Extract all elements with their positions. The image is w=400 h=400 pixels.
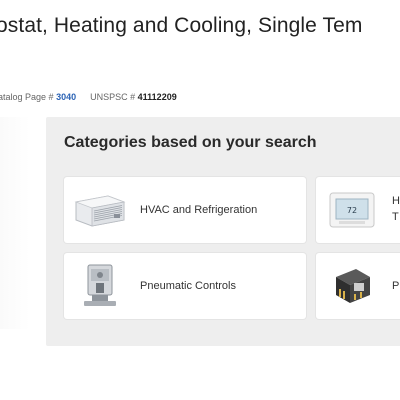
category-card-pneumatic[interactable]: Pneumatic Controls [64,253,306,319]
svg-text:72: 72 [347,206,357,215]
category-card-relay[interactable]: P [316,253,400,319]
categories-panel: Categories based on your search HVAC and… [46,117,400,346]
air-conditioner-icon [72,185,128,235]
category-label-thermostat-line2: T [392,211,399,223]
catalog-page-label: atalog Page # [0,92,54,102]
categories-heading: Categories based on your search [64,134,317,151]
category-label-pneumatic: Pneumatic Controls [140,280,236,292]
unspsc-value: 41112209 [137,92,177,102]
category-card-thermostat[interactable]: 72 H T [316,177,400,243]
product-title: ostat, Heating and Cooling, Single Tem [0,14,363,37]
thermostat-icon: 72 [324,185,380,235]
left-image-area [0,117,30,329]
category-label-relay: P [392,280,400,292]
product-meta: atalog Page # 3040 UNSPSC # 41112209 [0,92,177,102]
unspsc-label: UNSPSC # [90,92,136,102]
relay-icon [324,261,380,311]
category-label-thermostat-line1: H [392,195,400,207]
pressure-switch-icon [72,261,128,311]
category-card-hvac[interactable]: HVAC and Refrigeration [64,177,306,243]
catalog-page-link[interactable]: 3040 [56,92,76,102]
category-label-hvac: HVAC and Refrigeration [140,204,258,216]
